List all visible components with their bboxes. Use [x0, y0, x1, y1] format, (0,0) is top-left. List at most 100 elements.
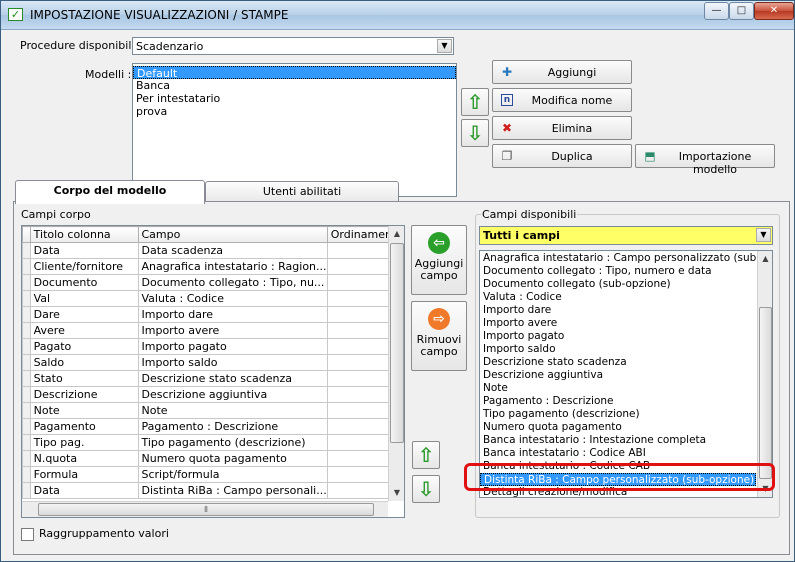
- row-header[interactable]: [22, 274, 31, 291]
- import-model-button[interactable]: ⬒ Importazione modello: [635, 144, 775, 176]
- cell-campo[interactable]: Pagamento : Descrizione: [137, 418, 328, 435]
- table-row[interactable]: Pagamento Pagamento : Descrizione: [22, 418, 404, 435]
- procedure-select[interactable]: Scadenzario ▼: [132, 37, 454, 55]
- row-header[interactable]: [22, 466, 31, 483]
- cell-titolo[interactable]: Val: [29, 290, 139, 307]
- cell-campo[interactable]: Documento collegato : Tipo, nu...: [137, 274, 328, 291]
- table-row[interactable]: Dare Importo dare: [22, 306, 404, 323]
- minimize-button[interactable]: —: [704, 2, 729, 20]
- row-header[interactable]: [22, 482, 31, 499]
- table-row[interactable]: N.quota Numero quota pagamento: [22, 450, 404, 467]
- cell-titolo[interactable]: N.quota: [29, 450, 139, 467]
- cell-campo[interactable]: Anagrafica intestatario : Ragion...: [137, 258, 328, 275]
- cell-titolo[interactable]: Cliente/fornitore: [29, 258, 139, 275]
- cell-titolo[interactable]: Formula: [29, 466, 139, 483]
- available-field-item[interactable]: Pagamento : Descrizione: [480, 395, 756, 408]
- grid-hscroll-thumb[interactable]: ⦀: [38, 503, 374, 516]
- cell-titolo[interactable]: Descrizione: [29, 386, 139, 403]
- delete-model-button[interactable]: ✖ Elimina: [492, 116, 632, 140]
- row-header[interactable]: [22, 434, 31, 451]
- available-field-item[interactable]: Importo pagato: [480, 330, 756, 343]
- cell-titolo[interactable]: Pagato: [29, 338, 139, 355]
- cell-titolo[interactable]: Pagamento: [29, 418, 139, 435]
- available-field-item[interactable]: Note: [480, 382, 756, 395]
- tab-corpo-modello[interactable]: Corpo del modello: [15, 180, 205, 204]
- table-row[interactable]: Stato Descrizione stato scadenza: [22, 370, 404, 387]
- grid-horizontal-scrollbar[interactable]: ⦀: [22, 501, 388, 517]
- chevron-down-icon[interactable]: ▼: [756, 228, 771, 242]
- cell-campo[interactable]: Descrizione aggiuntiva: [137, 386, 328, 403]
- col-header-titolo[interactable]: Titolo colonna: [29, 226, 139, 243]
- body-fields-grid[interactable]: Titolo colonna Campo Ordinamento Data Dat…: [21, 225, 405, 518]
- cell-titolo[interactable]: Data: [29, 242, 139, 259]
- row-header[interactable]: [22, 354, 31, 371]
- table-row[interactable]: Val Valuta : Codice: [22, 290, 404, 307]
- cell-titolo[interactable]: Tipo pag.: [29, 434, 139, 451]
- row-header[interactable]: [22, 242, 31, 259]
- table-row[interactable]: Descrizione Descrizione aggiuntiva: [22, 386, 404, 403]
- row-header[interactable]: [22, 306, 31, 323]
- available-vertical-scrollbar[interactable]: ▲ ▼: [757, 251, 772, 497]
- grouping-checkbox[interactable]: [21, 528, 34, 541]
- available-field-item[interactable]: Descrizione aggiuntiva: [480, 369, 756, 382]
- maximize-button[interactable]: □: [729, 2, 754, 20]
- table-row[interactable]: Cliente/fornitore Anagrafica intestatario…: [22, 258, 404, 275]
- cell-campo[interactable]: Importo saldo: [137, 354, 328, 371]
- available-field-item[interactable]: Banca intestatario : Intestazione comple…: [480, 434, 756, 447]
- cell-titolo[interactable]: Note: [29, 402, 139, 419]
- model-item[interactable]: Banca: [133, 79, 456, 92]
- table-row[interactable]: Documento Documento collegato : Tipo, nu.…: [22, 274, 404, 291]
- cell-campo[interactable]: Script/formula: [137, 466, 328, 483]
- grid-vertical-scrollbar[interactable]: ▲ ▼: [388, 226, 404, 501]
- available-scroll-thumb[interactable]: [759, 307, 772, 479]
- row-header[interactable]: [22, 370, 31, 387]
- cell-campo[interactable]: Importo dare: [137, 306, 328, 323]
- cell-campo[interactable]: Valuta : Codice: [137, 290, 328, 307]
- cell-campo[interactable]: Note: [137, 402, 328, 419]
- table-row[interactable]: Note Note: [22, 402, 404, 419]
- row-header[interactable]: [22, 338, 31, 355]
- available-field-item[interactable]: Banca intestatario : Codice ABI: [480, 447, 756, 460]
- scroll-up-icon[interactable]: ▲: [389, 226, 404, 242]
- cell-campo[interactable]: Data scadenza: [137, 242, 328, 259]
- cell-titolo[interactable]: Documento: [29, 274, 139, 291]
- row-header[interactable]: [22, 258, 31, 275]
- available-field-item[interactable]: Importo avere: [480, 317, 756, 330]
- col-header-campo[interactable]: Campo: [137, 226, 328, 243]
- cell-campo[interactable]: Numero quota pagamento: [137, 450, 328, 467]
- scroll-up-icon[interactable]: ▲: [758, 251, 772, 267]
- rename-model-button[interactable]: n Modifica nome: [492, 88, 632, 112]
- available-field-item[interactable]: Tipo pagamento (descrizione): [480, 408, 756, 421]
- move-model-down-button[interactable]: ⇩: [461, 119, 489, 147]
- available-field-item[interactable]: Anagrafica intestatario : Campo personal…: [480, 252, 756, 265]
- table-row[interactable]: Data Distinta RiBa : Campo personali...: [22, 482, 404, 499]
- available-field-item[interactable]: Importo dare: [480, 304, 756, 317]
- available-field-item[interactable]: Numero quota pagamento: [480, 421, 756, 434]
- row-header[interactable]: [22, 290, 31, 307]
- move-model-up-button[interactable]: ⇧: [461, 88, 489, 116]
- table-row[interactable]: Saldo Importo saldo: [22, 354, 404, 371]
- cell-titolo[interactable]: Avere: [29, 322, 139, 339]
- add-field-button[interactable]: ⇦ Aggiungi campo: [411, 225, 467, 295]
- model-item[interactable]: Default: [133, 66, 456, 79]
- cell-titolo[interactable]: Stato: [29, 370, 139, 387]
- table-row[interactable]: Avere Importo avere: [22, 322, 404, 339]
- cell-campo[interactable]: Descrizione stato scadenza: [137, 370, 328, 387]
- row-header[interactable]: [22, 402, 31, 419]
- cell-titolo[interactable]: Saldo: [29, 354, 139, 371]
- table-row[interactable]: Formula Script/formula: [22, 466, 404, 483]
- move-field-down-button[interactable]: ⇩: [412, 475, 440, 503]
- table-row[interactable]: Tipo pag. Tipo pagamento (descrizione): [22, 434, 404, 451]
- available-field-item[interactable]: Documento collegato (sub-opzione): [480, 278, 756, 291]
- models-list[interactable]: Default Banca Per intestatario prova: [132, 63, 457, 197]
- row-header[interactable]: [22, 322, 31, 339]
- row-header[interactable]: [22, 386, 31, 403]
- available-field-item[interactable]: Descrizione stato scadenza: [480, 356, 756, 369]
- cell-campo[interactable]: Tipo pagamento (descrizione): [137, 434, 328, 451]
- tab-utenti-abilitati[interactable]: Utenti abilitati: [205, 181, 399, 203]
- cell-titolo[interactable]: Dare: [29, 306, 139, 323]
- row-header[interactable]: [22, 418, 31, 435]
- cell-campo[interactable]: Distinta RiBa : Campo personali...: [137, 482, 328, 499]
- move-field-up-button[interactable]: ⇧: [412, 441, 440, 469]
- model-item[interactable]: Per intestatario: [133, 92, 456, 105]
